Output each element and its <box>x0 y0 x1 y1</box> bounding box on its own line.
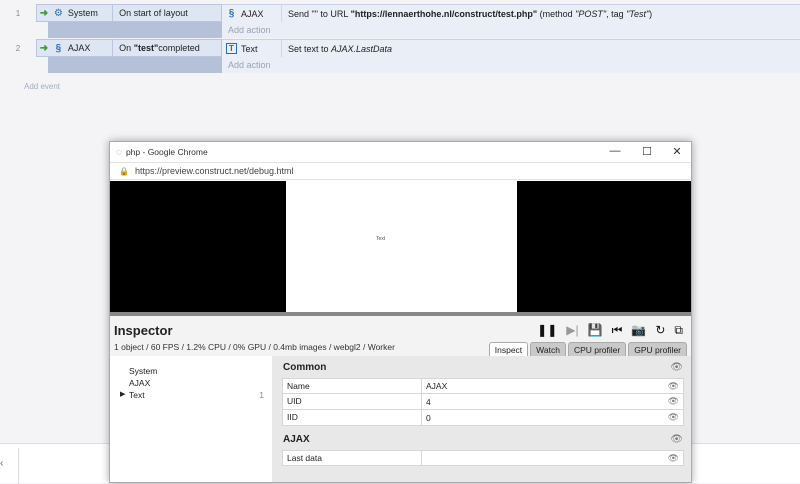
popout-icon[interactable]: ⧉ <box>674 323 683 338</box>
tree-item-text[interactable]: ▶ Text 1 <box>110 390 272 402</box>
trigger-arrow-icon: ➜ <box>39 7 49 19</box>
chrome-favicon-icon: ◌ <box>116 146 122 158</box>
ajax-icon: § <box>228 8 235 19</box>
prop-row: UID 4 👁 <box>282 394 684 410</box>
load-icon[interactable]: ⏮ <box>612 323 623 338</box>
maximize-icon[interactable]: ☐ <box>632 145 662 158</box>
canvas-text-object: Text <box>376 236 386 242</box>
minimize-icon[interactable]: — <box>600 145 630 157</box>
screenshot-icon[interactable]: 📷 <box>631 323 646 338</box>
address-url[interactable]: https://preview.construct.net/debug.html <box>135 166 294 176</box>
event-number: 1 <box>15 9 21 18</box>
condition-text: On "test" completed <box>112 40 221 56</box>
ajax-icon: § <box>55 42 62 54</box>
condition-object: System <box>67 8 98 18</box>
expand-arrow-icon[interactable]: ▶ <box>120 390 125 398</box>
add-action-link[interactable]: Add action <box>222 57 800 73</box>
inspector-tabs: Inspect Watch CPU profiler GPU profiler <box>488 342 687 357</box>
condition-text: On start of layout <box>112 5 221 21</box>
tab-watch[interactable]: Watch <box>530 342 566 357</box>
save-icon[interactable]: 💾 <box>588 323 603 338</box>
add-event-link[interactable]: Add event <box>24 82 60 91</box>
event-action[interactable]: T Text Set text to AJAX.LastData <box>222 39 800 57</box>
eye-icon[interactable]: 👁 <box>668 396 679 407</box>
panel-divider <box>18 448 19 484</box>
trigger-arrow-icon: ➜ <box>39 42 49 54</box>
add-action-link[interactable]: Add action <box>222 22 800 38</box>
eye-icon[interactable]: 👁 <box>668 412 679 423</box>
event-condition[interactable]: ➜ § AJAX On "test" completed <box>36 39 222 57</box>
chevron-left-icon[interactable]: ‹ <box>0 458 3 469</box>
event-number: 2 <box>15 44 21 53</box>
tree-item-ajax[interactable]: AJAX <box>110 378 272 390</box>
inspector-stats: 1 object / 60 FPS / 1.2% CPU / 0% GPU / … <box>114 342 395 352</box>
prop-row: Name AJAX 👁 <box>282 378 684 394</box>
properties-panel: Common 👁 Name AJAX 👁 UID 4 👁 IID 0 👁 AJAX 👁 Last… <box>272 356 691 482</box>
action-text: Set text to AJAX.LastData <box>288 43 393 54</box>
inspector-panel: Inspector 1 object / 60 FPS / 1.2% CPU /… <box>110 316 691 482</box>
eye-icon[interactable]: 👁 <box>668 453 679 464</box>
prop-row: Last data 👁 <box>282 450 684 466</box>
inspector-title: Inspector <box>114 323 173 338</box>
condition-spacer <box>48 57 222 73</box>
browser-window: ◌ php - Google Chrome — ☐ ✕ 🔒 https://pr… <box>109 141 692 483</box>
address-bar[interactable]: 🔒 https://preview.construct.net/debug.ht… <box>110 162 691 180</box>
debugger-toolbar: ❚❚ ▶| 💾 ⏮ 📷 ↻ ⧉ <box>537 323 683 338</box>
action-object: AJAX <box>241 8 264 19</box>
action-object: Text <box>241 43 258 54</box>
tab-inspect[interactable]: Inspect <box>488 342 529 357</box>
step-icon[interactable]: ▶| <box>566 323 578 338</box>
eye-icon[interactable]: 👁 <box>668 381 679 392</box>
text-object-icon: T <box>226 43 237 54</box>
event-condition[interactable]: ➜ ⚙ System On start of layout <box>36 4 222 22</box>
action-text: Send "" to URL "https://lennaerthohe.nl/… <box>288 8 653 19</box>
section-common: Common 👁 <box>272 356 691 378</box>
pause-icon[interactable]: ❚❚ <box>537 323 557 338</box>
tree-item-system[interactable]: System <box>110 366 272 378</box>
tab-gpu-profiler[interactable]: GPU profiler <box>628 342 687 357</box>
game-viewport: Text <box>110 181 691 312</box>
condition-object: AJAX <box>67 43 91 53</box>
close-icon[interactable]: ✕ <box>662 145 692 158</box>
gear-icon: ⚙ <box>53 7 63 19</box>
window-title: php - Google Chrome <box>125 147 208 157</box>
tree-item-count: 1 <box>259 390 264 400</box>
restart-icon[interactable]: ↻ <box>655 323 665 338</box>
condition-spacer <box>48 22 222 38</box>
eye-icon[interactable]: 👁 <box>670 428 683 452</box>
game-canvas[interactable]: Text <box>286 181 517 312</box>
event-action[interactable]: § AJAX Send "" to URL "https://lennaertho… <box>222 4 800 22</box>
tab-cpu-profiler[interactable]: CPU profiler <box>567 342 627 357</box>
object-tree: System AJAX ▶ Text 1 <box>110 356 272 482</box>
prop-row: IID 0 👁 <box>282 410 684 426</box>
title-bar: ◌ php - Google Chrome — ☐ ✕ <box>110 142 691 162</box>
section-ajax: AJAX 👁 <box>272 428 691 450</box>
lock-icon: 🔒 <box>119 166 129 176</box>
eye-icon[interactable]: 👁 <box>670 356 683 380</box>
